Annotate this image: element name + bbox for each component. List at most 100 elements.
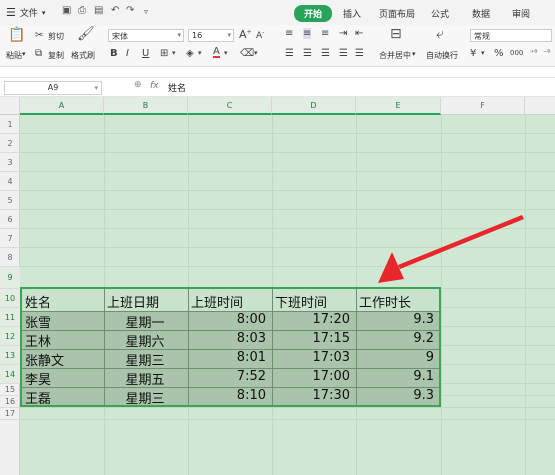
table-cell[interactable]: 9.2 (356, 331, 434, 346)
header-cell[interactable]: 上班日期 (107, 292, 159, 311)
row-header-6[interactable]: 6 (0, 210, 20, 229)
table-cell[interactable]: 8:03 (188, 331, 266, 346)
header-cell[interactable]: 上班时间 (191, 292, 243, 311)
row-header-7[interactable]: 7 (0, 229, 20, 248)
align-top-icon[interactable]: ≡ (285, 28, 293, 39)
table-cell[interactable]: 王林 (25, 331, 51, 350)
fill-color-icon[interactable]: ◈ (186, 48, 194, 59)
row-header-10[interactable]: 10 (0, 289, 20, 308)
wrap-text-button[interactable]: 自动换行 (426, 50, 458, 61)
chevron-down-icon[interactable]: ▾ (22, 50, 26, 58)
percent-button[interactable]: % (494, 48, 504, 59)
column-header-d[interactable]: D (272, 97, 356, 115)
number-format-select[interactable]: 常规 (470, 29, 552, 42)
table-cell[interactable]: 17:03 (272, 350, 350, 365)
outdent-icon[interactable]: ⇤ (355, 28, 363, 39)
align-bottom-icon[interactable]: ≡ (321, 28, 329, 39)
table-cell[interactable]: 8:01 (188, 350, 266, 365)
increase-decimal-icon[interactable]: ⁺⁰ (530, 48, 537, 57)
zoom-icon[interactable]: ⊕ (134, 80, 142, 90)
table-cell[interactable]: 8:10 (188, 388, 266, 403)
save-icon[interactable]: ▣ (62, 5, 71, 16)
row-header-9[interactable]: 9 (0, 267, 20, 289)
paste-icon[interactable]: 📋 (8, 27, 25, 43)
name-box[interactable]: A9 ▾ (4, 81, 102, 95)
header-cell[interactable]: 姓名 (25, 292, 51, 311)
align-right-icon[interactable]: ☰ (321, 48, 330, 59)
tab-review[interactable]: 审阅 (512, 7, 530, 20)
column-header-e[interactable]: E (356, 97, 441, 115)
table-cell[interactable]: 张静文 (25, 350, 64, 369)
selected-data-table[interactable]: 姓名 上班日期 上班时间 下班时间 工作时长张雪 星期一 8:00 17:20 9.3 王林 星期六… (20, 287, 441, 407)
copy-button[interactable]: 复制 (48, 50, 64, 61)
bold-button[interactable]: B (110, 48, 118, 59)
select-all-corner[interactable] (0, 97, 20, 115)
border-icon[interactable]: ⊞ (160, 48, 168, 59)
underline-button[interactable]: U (142, 48, 149, 59)
chevron-down-icon[interactable]: ▾ (412, 50, 416, 58)
font-size-select[interactable]: 16 ▾ (188, 29, 234, 42)
format-painter-icon[interactable]: 🖌 (77, 26, 95, 42)
fx-icon[interactable]: fx (150, 81, 159, 91)
table-cell[interactable]: 17:15 (272, 331, 350, 346)
row-header-11[interactable]: 11 (0, 308, 20, 327)
paste-button[interactable]: 粘贴 (6, 50, 22, 61)
wrap-text-icon[interactable]: ⤶ (436, 26, 444, 42)
undo-icon[interactable]: ↶ (111, 5, 119, 16)
table-cell[interactable]: 星期三 (104, 350, 186, 369)
print-icon[interactable]: ▤ (94, 5, 103, 16)
table-cell[interactable]: 9.3 (356, 312, 434, 327)
row-header-2[interactable]: 2 (0, 134, 20, 153)
distributed-icon[interactable]: ☰ (355, 48, 364, 59)
column-header-f[interactable]: F (441, 97, 525, 115)
column-header-a[interactable]: A (20, 97, 104, 115)
header-cell[interactable]: 下班时间 (275, 292, 327, 311)
row-header-1[interactable]: 1 (0, 115, 20, 134)
row-header-15[interactable]: 15 (0, 384, 20, 396)
table-cell[interactable]: 9 (356, 350, 434, 365)
row-header-5[interactable]: 5 (0, 191, 20, 210)
merge-center-button[interactable]: 合并居中 (379, 50, 411, 61)
format-painter-button[interactable]: 格式刷 (71, 50, 95, 61)
table-cell[interactable]: 8:00 (188, 312, 266, 327)
table-cell[interactable]: 9.1 (356, 369, 434, 384)
table-cell[interactable]: 17:20 (272, 312, 350, 327)
font-color-button[interactable]: A (213, 47, 220, 58)
scissors-icon[interactable]: ✂ (35, 30, 43, 41)
table-cell[interactable]: 星期三 (104, 388, 186, 407)
table-cell[interactable]: 9.3 (356, 388, 434, 403)
formula-input[interactable]: 姓名 (168, 81, 186, 94)
customize-dropdown-icon[interactable]: ▿ (144, 7, 148, 16)
align-middle-icon[interactable]: ≡ (303, 28, 312, 39)
chevron-down-icon[interactable]: ▾ (224, 49, 228, 57)
table-cell[interactable]: 17:00 (272, 369, 350, 384)
indent-icon[interactable]: ⇥ (339, 28, 347, 39)
chevron-down-icon[interactable]: ▾ (172, 49, 176, 57)
row-header-3[interactable]: 3 (0, 153, 20, 172)
decrease-font-icon[interactable]: A- (256, 29, 264, 41)
row-header-17[interactable]: 17 (0, 408, 20, 420)
table-cell[interactable]: 王磊 (25, 388, 51, 407)
row-header-12[interactable]: 12 (0, 327, 20, 346)
column-header-b[interactable]: B (104, 97, 188, 115)
table-cell[interactable]: 星期一 (104, 312, 186, 331)
align-left-icon[interactable]: ☰ (285, 48, 294, 59)
increase-font-icon[interactable]: A+ (239, 28, 252, 41)
table-cell[interactable]: 星期六 (104, 331, 186, 350)
font-name-select[interactable]: 宋体 ▾ (108, 29, 184, 42)
cut-button[interactable]: 剪切 (48, 31, 64, 42)
redo-icon[interactable]: ↷ (126, 5, 134, 16)
table-cell[interactable]: 张雪 (25, 312, 51, 331)
row-header-13[interactable]: 13 (0, 346, 20, 365)
cell-area[interactable]: 姓名 上班日期 上班时间 下班时间 工作时长张雪 星期一 8:00 17:20 9.3 王林 星期六… (20, 115, 555, 475)
table-cell[interactable]: 7:52 (188, 369, 266, 384)
row-header-4[interactable]: 4 (0, 172, 20, 191)
header-cell[interactable]: 工作时长 (359, 292, 411, 311)
thousands-separator-button[interactable]: 000 (510, 49, 523, 57)
chevron-down-icon[interactable]: ▾ (481, 49, 485, 57)
column-header-c[interactable]: C (188, 97, 272, 115)
row-header-16[interactable]: 16 (0, 396, 20, 408)
align-center-icon[interactable]: ☰ (303, 48, 312, 59)
table-cell[interactable]: 17:30 (272, 388, 350, 403)
justify-icon[interactable]: ☰ (339, 48, 348, 59)
